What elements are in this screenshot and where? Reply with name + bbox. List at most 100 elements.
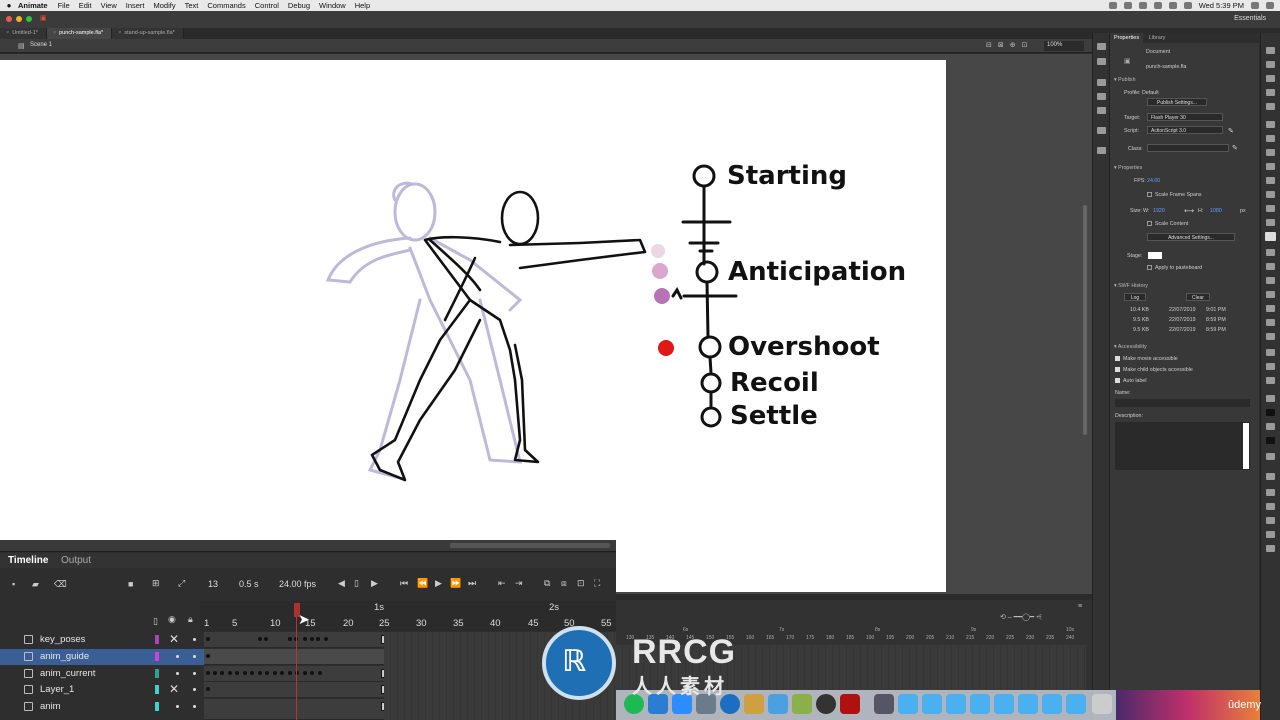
keyframe[interactable]	[288, 637, 292, 641]
menu-insert[interactable]: Insert	[126, 1, 145, 10]
eraser-tool-icon[interactable]	[1266, 305, 1275, 312]
properties-panel-icon[interactable]	[1097, 43, 1106, 50]
step-forward-icon[interactable]: ▶	[371, 578, 378, 589]
camera-icon[interactable]: ■	[128, 579, 133, 589]
menu-view[interactable]: View	[101, 1, 117, 10]
brush-size-icon[interactable]	[1266, 503, 1275, 510]
eyedropper-tool-icon[interactable]	[1266, 291, 1275, 298]
keyframe[interactable]	[206, 671, 210, 675]
menu-modify[interactable]: Modify	[154, 1, 176, 10]
close-icon[interactable]: ×	[118, 30, 121, 36]
panel-menu-icon[interactable]: ≡	[1078, 603, 1082, 610]
keyframe[interactable]	[288, 671, 292, 675]
layer-name[interactable]: anim_guide	[40, 651, 89, 662]
graph-icon[interactable]: ⤢	[178, 578, 185, 589]
stage-vertical-scrollbar[interactable]	[1083, 205, 1087, 435]
folder-icon[interactable]	[1066, 694, 1086, 714]
keyframe[interactable]	[206, 637, 210, 641]
insert-keyframe-icon[interactable]: ⇥	[515, 578, 523, 589]
folder-icon[interactable]	[970, 694, 990, 714]
bone-tool-icon[interactable]	[1266, 249, 1275, 256]
hand-tool-icon[interactable]	[1266, 349, 1275, 356]
color-panel-icon[interactable]	[1097, 127, 1106, 134]
doc-tab[interactable]: × Untitled-1*	[0, 28, 47, 39]
scene-icon[interactable]: ▤	[18, 42, 25, 50]
status-icon[interactable]	[1138, 2, 1147, 9]
minimize-window-button[interactable]	[16, 16, 22, 22]
zoom-select[interactable]: 100%	[1044, 41, 1084, 51]
folder-icon[interactable]	[1042, 694, 1062, 714]
description-scrollbar[interactable]	[1243, 423, 1249, 469]
folder-icon[interactable]	[898, 694, 918, 714]
layer-color-swatch[interactable]	[155, 685, 159, 694]
smoothing-icon[interactable]	[1266, 545, 1275, 552]
layer-row[interactable]: anim	[0, 699, 204, 720]
layer-color-swatch[interactable]	[155, 635, 159, 644]
status-icon[interactable]	[1123, 2, 1132, 9]
frame-row[interactable]	[204, 699, 386, 720]
horizontal-scrollbar-thumb[interactable]	[450, 543, 610, 548]
rotation-tool-icon[interactable]	[1266, 363, 1275, 370]
menu-clock[interactable]: Wed 5:39 PM	[1199, 1, 1244, 10]
step-back-icon[interactable]: ◀	[338, 578, 345, 589]
visibility-dot-icon[interactable]	[176, 672, 179, 675]
keyframe[interactable]	[318, 671, 322, 675]
frame-row[interactable]	[204, 632, 386, 648]
keyframe[interactable]	[250, 671, 254, 675]
menu-edit[interactable]: Edit	[79, 1, 92, 10]
insert-frame-icon[interactable]: ⇤	[498, 578, 506, 589]
keyframe[interactable]	[206, 654, 210, 658]
auto-label-checkbox[interactable]: Auto label	[1115, 378, 1147, 384]
menu-window[interactable]: Window	[319, 1, 346, 10]
tab-properties[interactable]: Properties	[1110, 33, 1144, 43]
stroke-color-icon[interactable]	[1266, 395, 1275, 402]
properties-section-header[interactable]: ▾ Properties	[1114, 165, 1142, 171]
width-value[interactable]: 1920	[1153, 208, 1165, 214]
polystar-tool-icon[interactable]	[1266, 191, 1275, 198]
frame-row[interactable]	[204, 682, 386, 698]
close-window-button[interactable]	[6, 16, 12, 22]
free-transform-tool-icon[interactable]	[1266, 75, 1275, 82]
keyframe[interactable]	[258, 637, 262, 641]
search-icon[interactable]	[1251, 2, 1259, 9]
layer-name[interactable]: key_poses	[40, 634, 85, 645]
keyframe[interactable]	[228, 671, 232, 675]
subselection-tool-icon[interactable]	[1266, 61, 1275, 68]
visibility-dot-icon[interactable]	[176, 655, 179, 658]
layer-color-swatch[interactable]	[155, 652, 159, 661]
rectangle-tool-icon[interactable]	[1266, 163, 1275, 170]
go-last-frame-icon[interactable]: ⏭	[468, 578, 476, 589]
prev-frame-icon[interactable]: ⏪	[417, 578, 428, 589]
fps-value[interactable]: 24.00	[1147, 178, 1160, 184]
trash-icon[interactable]	[1092, 694, 1112, 714]
layer-row[interactable]: anim_current	[0, 666, 204, 682]
make-child-accessible-checkbox[interactable]: Make child objects accessible	[1115, 367, 1193, 373]
swf-history-section-header[interactable]: ▾ SWF History	[1114, 283, 1148, 289]
class-input[interactable]	[1147, 144, 1229, 152]
oval-tool-icon[interactable]	[1266, 177, 1275, 184]
3d-rotation-tool-icon[interactable]	[1266, 89, 1275, 96]
keyframe[interactable]	[310, 637, 314, 641]
numbers-icon[interactable]	[792, 694, 812, 714]
layer-row[interactable]: Layer_1 ✕	[0, 682, 204, 698]
target-select[interactable]: Flash Player 30	[1147, 113, 1223, 121]
layer-name[interactable]: anim_current	[40, 668, 95, 679]
make-movie-accessible-checkbox[interactable]: Make movie accessible	[1115, 356, 1178, 362]
keyframe[interactable]	[324, 637, 328, 641]
publish-section-header[interactable]: ▾ Publish	[1114, 77, 1136, 83]
keyframe[interactable]	[258, 671, 262, 675]
folder-icon[interactable]	[922, 694, 942, 714]
swf-log-button[interactable]: Log	[1124, 293, 1146, 301]
scale-frame-spans-checkbox[interactable]: Scale Frame Spans	[1147, 192, 1202, 198]
next-frame-icon[interactable]: ⏩	[450, 578, 461, 589]
loop-icon[interactable]: ▯	[354, 578, 359, 589]
zoom-tool-icon[interactable]	[1266, 377, 1275, 384]
edit-multiple-icon[interactable]: ⊡	[577, 578, 585, 589]
description-textarea[interactable]	[1115, 422, 1250, 470]
keyframe[interactable]	[235, 671, 239, 675]
keyframe[interactable]	[243, 671, 247, 675]
close-icon[interactable]: ×	[6, 30, 9, 36]
battery-icon[interactable]	[1183, 2, 1192, 9]
status-icon[interactable]	[1108, 2, 1117, 9]
keyframe[interactable]	[206, 687, 210, 691]
